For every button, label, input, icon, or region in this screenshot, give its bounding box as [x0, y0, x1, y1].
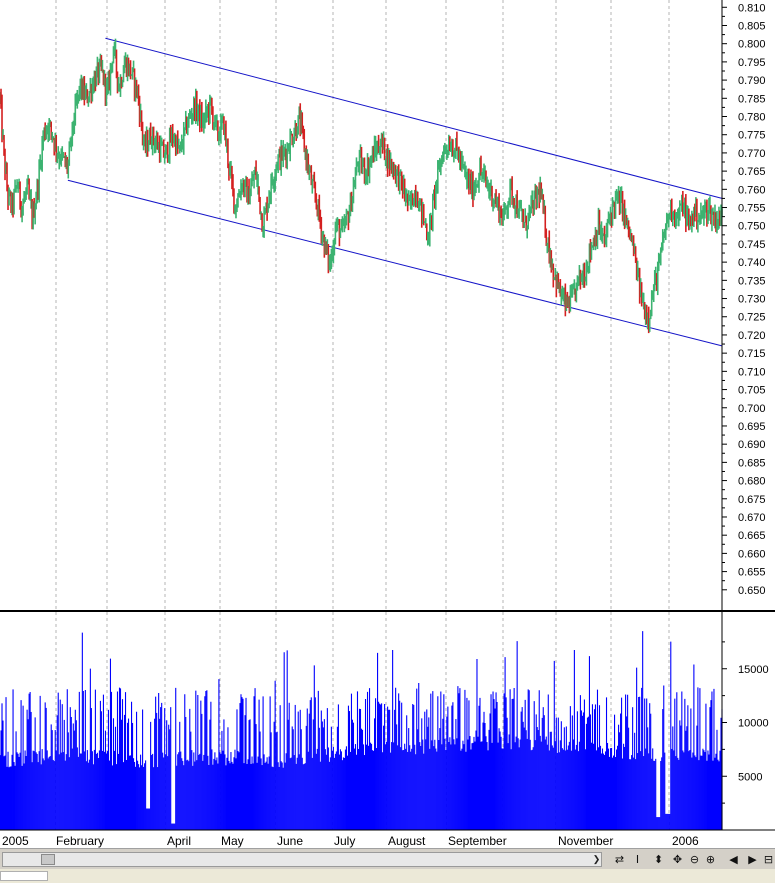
x-tick-label: February: [56, 834, 104, 848]
sheet-tab[interactable]: [0, 871, 48, 881]
move-vertical-icon[interactable]: ⬍: [651, 852, 666, 867]
x-tick-label: September: [448, 834, 507, 848]
y-tick-label: 0.770: [738, 148, 766, 160]
arrow-right-icon[interactable]: ❯: [591, 854, 602, 865]
y-tick-label: 0.805: [738, 20, 766, 32]
y-tick-label: 0.710: [738, 366, 766, 378]
horizontal-scrollbar[interactable]: ❯: [2, 852, 602, 867]
y-tick-label: 0.730: [738, 294, 766, 306]
y-tick-label: 0.735: [738, 275, 766, 287]
y-tick-label: 0.740: [738, 257, 766, 269]
volume-y-tick-label: 15000: [738, 664, 769, 676]
y-tick-label: 0.720: [738, 330, 766, 342]
refresh-icon[interactable]: ⇄: [612, 852, 627, 867]
y-tick-label: 0.680: [738, 476, 766, 488]
x-tick-label: June: [277, 834, 303, 848]
volume-y-tick-label: 5000: [738, 771, 762, 783]
y-tick-label: 0.755: [738, 203, 766, 215]
y-tick-label: 0.750: [738, 221, 766, 233]
y-tick-label: 0.650: [738, 585, 766, 597]
maximize-icon[interactable]: ⊟: [761, 852, 775, 867]
scrollbar-thumb[interactable]: [41, 854, 55, 865]
move-icon[interactable]: ✥: [670, 852, 685, 867]
x-tick-label: May: [221, 834, 244, 848]
y-tick-label: 0.660: [738, 548, 766, 560]
y-tick-label: 0.705: [738, 385, 766, 397]
y-tick-label: 0.810: [738, 2, 766, 14]
y-tick-label: 0.780: [738, 112, 766, 124]
x-tick-label: 2006: [672, 834, 699, 848]
y-tick-label: 0.800: [738, 39, 766, 51]
x-tick-label: April: [167, 834, 191, 848]
scroll-left-icon[interactable]: ◀: [726, 852, 741, 867]
x-tick-label: 2005: [2, 834, 29, 848]
y-tick-label: 0.715: [738, 348, 766, 360]
scroll-right-icon[interactable]: ▶: [745, 852, 760, 867]
y-tick-label: 0.695: [738, 421, 766, 433]
cursor-icon[interactable]: I: [630, 852, 645, 867]
zoom-out-icon[interactable]: ⊖: [687, 852, 702, 867]
chart-area: 0.650 0.655 0.660 0.665 0.670 0.675 0.680 0.685…: [0, 0, 775, 848]
x-tick-label: July: [334, 834, 355, 848]
y-tick-label: 0.700: [738, 403, 766, 415]
chart-window: 0.650 0.655 0.660 0.665 0.670 0.675 0.680 0.685…: [0, 0, 775, 883]
y-tick-label: 0.665: [738, 530, 766, 542]
y-tick-label: 0.790: [738, 75, 766, 87]
y-tick-label: 0.775: [738, 130, 766, 142]
x-tick-label: November: [558, 834, 613, 848]
y-tick-label: 0.785: [738, 93, 766, 105]
y-tick-label: 0.795: [738, 57, 766, 69]
y-tick-label: 0.725: [738, 312, 766, 324]
volume-y-tick-label: 10000: [738, 718, 769, 730]
toolbar: ❯ ⇄ I ⬍ ✥ ⊖ ⊕ ◀ ▶ ⊟: [0, 848, 775, 883]
y-tick-label: 0.760: [738, 184, 766, 196]
y-tick-label: 0.670: [738, 512, 766, 524]
y-tick-label: 0.655: [738, 567, 766, 579]
y-tick-label: 0.765: [738, 166, 766, 178]
status-strip: [0, 869, 775, 883]
y-tick-label: 0.745: [738, 239, 766, 251]
y-tick-label: 0.690: [738, 439, 766, 451]
x-tick-label: August: [388, 834, 426, 848]
y-tick-label: 0.685: [738, 457, 766, 469]
zoom-in-icon[interactable]: ⊕: [703, 852, 718, 867]
y-tick-label: 0.675: [738, 494, 766, 506]
